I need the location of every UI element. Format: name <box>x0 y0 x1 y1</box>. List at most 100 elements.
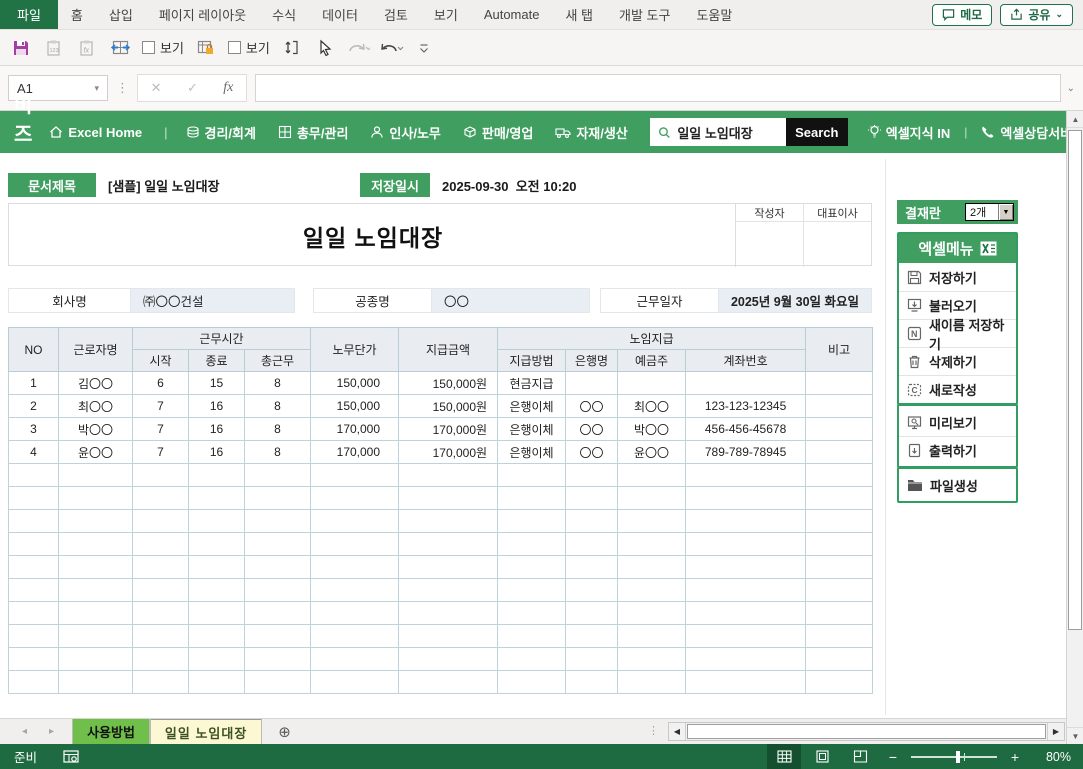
phone-icon <box>981 125 995 139</box>
protect-sheet-button[interactable] <box>193 35 219 61</box>
table-row-empty <box>9 510 873 533</box>
row-height-button[interactable] <box>279 35 305 61</box>
vertical-scrollbar-thumb[interactable] <box>1068 130 1082 630</box>
row-height-icon <box>282 38 301 57</box>
scrollbar-resize-handle[interactable]: ⋮ <box>648 724 659 737</box>
tab-developer[interactable]: 개발 도구 <box>606 0 683 29</box>
tab-new-tab[interactable]: 새 탭 <box>552 0 606 29</box>
formula-input[interactable] <box>255 74 1061 102</box>
vertical-scrollbar[interactable]: ▲ ▼ <box>1066 111 1083 744</box>
table-cell <box>189 648 245 671</box>
table-cell <box>311 556 399 579</box>
sheet-tab-usage[interactable]: 사용방법 <box>72 719 150 744</box>
nav-category-hr[interactable]: 인사/노무 <box>370 123 440 142</box>
sheet-tab-wage-ledger[interactable]: 일일 노임대장 <box>150 719 262 744</box>
zoom-out-button[interactable]: − <box>881 749 905 765</box>
tab-view[interactable]: 보기 <box>421 0 471 29</box>
cancel-entry-icon[interactable]: ✕ <box>151 80 162 96</box>
insert-function-icon[interactable]: fx <box>223 80 233 96</box>
table-cell <box>498 487 566 510</box>
zoom-level-value[interactable]: 80% <box>1031 750 1071 764</box>
view-checkbox-1[interactable] <box>142 41 155 54</box>
search-button[interactable]: Search <box>786 118 848 146</box>
tab-review[interactable]: 검토 <box>371 0 421 29</box>
menu-item-save[interactable]: 저장하기 <box>899 263 1016 291</box>
menu-item-save-as[interactable]: N 새이름 저장하기 <box>899 319 1016 347</box>
freeze-panes-button[interactable] <box>107 35 133 61</box>
view-checkbox-2[interactable] <box>228 41 241 54</box>
zoom-slider[interactable] <box>911 756 997 758</box>
scroll-right-icon[interactable]: ▶ <box>1047 723 1064 740</box>
nav-category-admin[interactable]: 총무/관리 <box>278 123 348 142</box>
table-cell <box>9 464 59 487</box>
paste-formulas-button[interactable]: fx <box>74 35 100 61</box>
share-button[interactable]: 공유 ⌄ <box>1000 4 1073 26</box>
scroll-left-icon[interactable]: ◀ <box>669 723 686 740</box>
confirm-entry-icon[interactable]: ✓ <box>187 80 198 96</box>
table-cell <box>9 625 59 648</box>
menu-item-print[interactable]: 출력하기 <box>899 436 1016 464</box>
trash-icon <box>907 354 922 369</box>
nav-category-sales[interactable]: 판매/영업 <box>463 123 533 142</box>
dropdown-arrow-icon[interactable]: ▼ <box>998 204 1013 220</box>
table-cell <box>806 556 873 579</box>
table-cell <box>686 510 806 533</box>
search-input[interactable] <box>677 125 777 140</box>
approval-count-dropdown[interactable]: 2개 ▼ <box>965 203 1014 221</box>
redo-button[interactable] <box>345 35 371 61</box>
table-cell <box>399 579 498 602</box>
table-cell <box>59 510 133 533</box>
table-cell <box>59 625 133 648</box>
sheet-prev-icon[interactable]: ◂ <box>22 726 27 737</box>
person-icon <box>370 125 384 139</box>
add-sheet-icon[interactable]: ⊕ <box>262 719 307 744</box>
nav-excel-home[interactable]: Excel Home <box>49 125 142 140</box>
menu-item-preview[interactable]: 미리보기 <box>899 408 1016 436</box>
scroll-down-icon[interactable]: ▼ <box>1067 727 1083 744</box>
name-box-dropdown-icon[interactable]: ▾ <box>94 83 99 94</box>
tab-insert[interactable]: 삽입 <box>96 0 146 29</box>
horizontal-scrollbar[interactable]: ◀ ▶ <box>668 722 1065 741</box>
table-cell <box>566 372 618 395</box>
table-cell <box>311 510 399 533</box>
scroll-up-icon[interactable]: ▲ <box>1067 111 1083 128</box>
undo-button[interactable] <box>378 35 404 61</box>
tab-file[interactable]: 파일 <box>0 0 58 29</box>
table-cell <box>686 372 806 395</box>
nav-category-production[interactable]: 자재/생산 <box>555 123 627 142</box>
normal-view-button[interactable] <box>767 744 801 769</box>
page-layout-view-button[interactable] <box>805 744 839 769</box>
macro-record-icon[interactable] <box>63 750 79 764</box>
table-cell <box>133 556 189 579</box>
tab-automate[interactable]: Automate <box>471 0 553 29</box>
paste-values-button[interactable]: 123 <box>41 35 67 61</box>
horizontal-scrollbar-thumb[interactable] <box>687 724 1046 739</box>
table-cell <box>399 648 498 671</box>
tab-help[interactable]: 도움말 <box>683 0 745 29</box>
table-cell <box>59 602 133 625</box>
approval-header: 대표이사 <box>804 204 871 222</box>
page-break-view-button[interactable] <box>843 744 877 769</box>
menu-item-create-file[interactable]: 파일생성 <box>899 471 1016 499</box>
tab-page-layout[interactable]: 페이지 레이아웃 <box>146 0 259 29</box>
save-button[interactable] <box>8 35 34 61</box>
tab-home[interactable]: 홈 <box>58 0 96 29</box>
sheet-next-icon[interactable]: ▸ <box>49 726 54 737</box>
zoom-in-button[interactable]: + <box>1003 749 1027 765</box>
customize-toolbar-button[interactable] <box>411 35 437 61</box>
nav-excel-knowledge[interactable]: 엑셀지식 IN <box>868 123 950 142</box>
approval-count-label: 결재란 <box>905 203 941 222</box>
tab-data[interactable]: 데이터 <box>309 0 371 29</box>
nav-category-accounting[interactable]: 경리/회계 <box>186 123 256 142</box>
zoom-slider-thumb[interactable] <box>956 751 960 763</box>
comments-button[interactable]: 메모 <box>932 4 992 26</box>
page-title: 일일 노임대장 <box>9 204 737 267</box>
menu-item-new[interactable]: C 새로작성 <box>899 375 1016 403</box>
expand-formula-bar-icon[interactable]: ⌄ <box>1067 83 1075 94</box>
tab-formulas[interactable]: 수식 <box>259 0 309 29</box>
nav-category-label: 판매/영업 <box>482 123 533 142</box>
select-cursor-button[interactable] <box>312 35 338 61</box>
table-cell: 〇〇 <box>566 441 618 464</box>
table-cell: 은행이체 <box>498 441 566 464</box>
formula-bar-handle[interactable]: ⋮ <box>108 80 137 96</box>
